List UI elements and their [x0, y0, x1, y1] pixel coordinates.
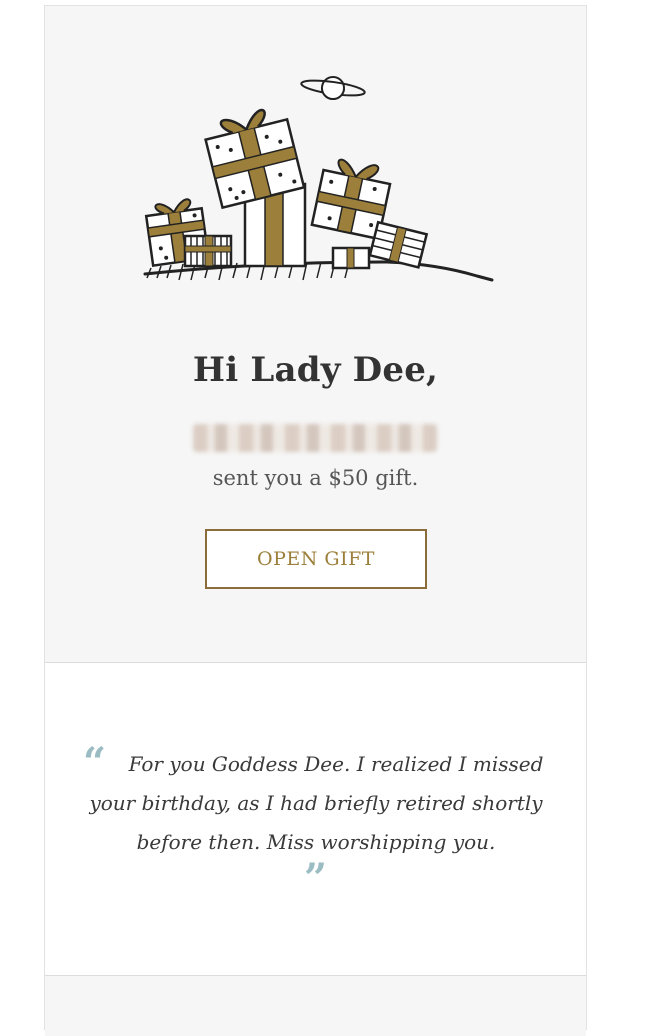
gift-boxes-illustration [143, 76, 494, 282]
gift-message-text: For you Goddess Dee. I realized I missed… [89, 752, 544, 854]
greeting-heading: Hi Lady Dee, [192, 350, 439, 390]
footer-section [45, 976, 586, 1036]
gift-amount-text: sent you a $50 gift. [212, 466, 419, 490]
gift-message: “ For you Goddess Dee. I realized I miss… [45, 663, 586, 976]
email-card: Hi Lady Dee, sent you a $50 gift. OPEN G… [44, 5, 587, 1036]
close-quote-icon: ” [303, 855, 327, 902]
open-gift-button[interactable]: OPEN GIFT [205, 529, 427, 589]
planet-icon [300, 76, 366, 101]
sender-name [193, 424, 437, 452]
gift-hero: Hi Lady Dee, sent you a $50 gift. OPEN G… [45, 6, 586, 663]
